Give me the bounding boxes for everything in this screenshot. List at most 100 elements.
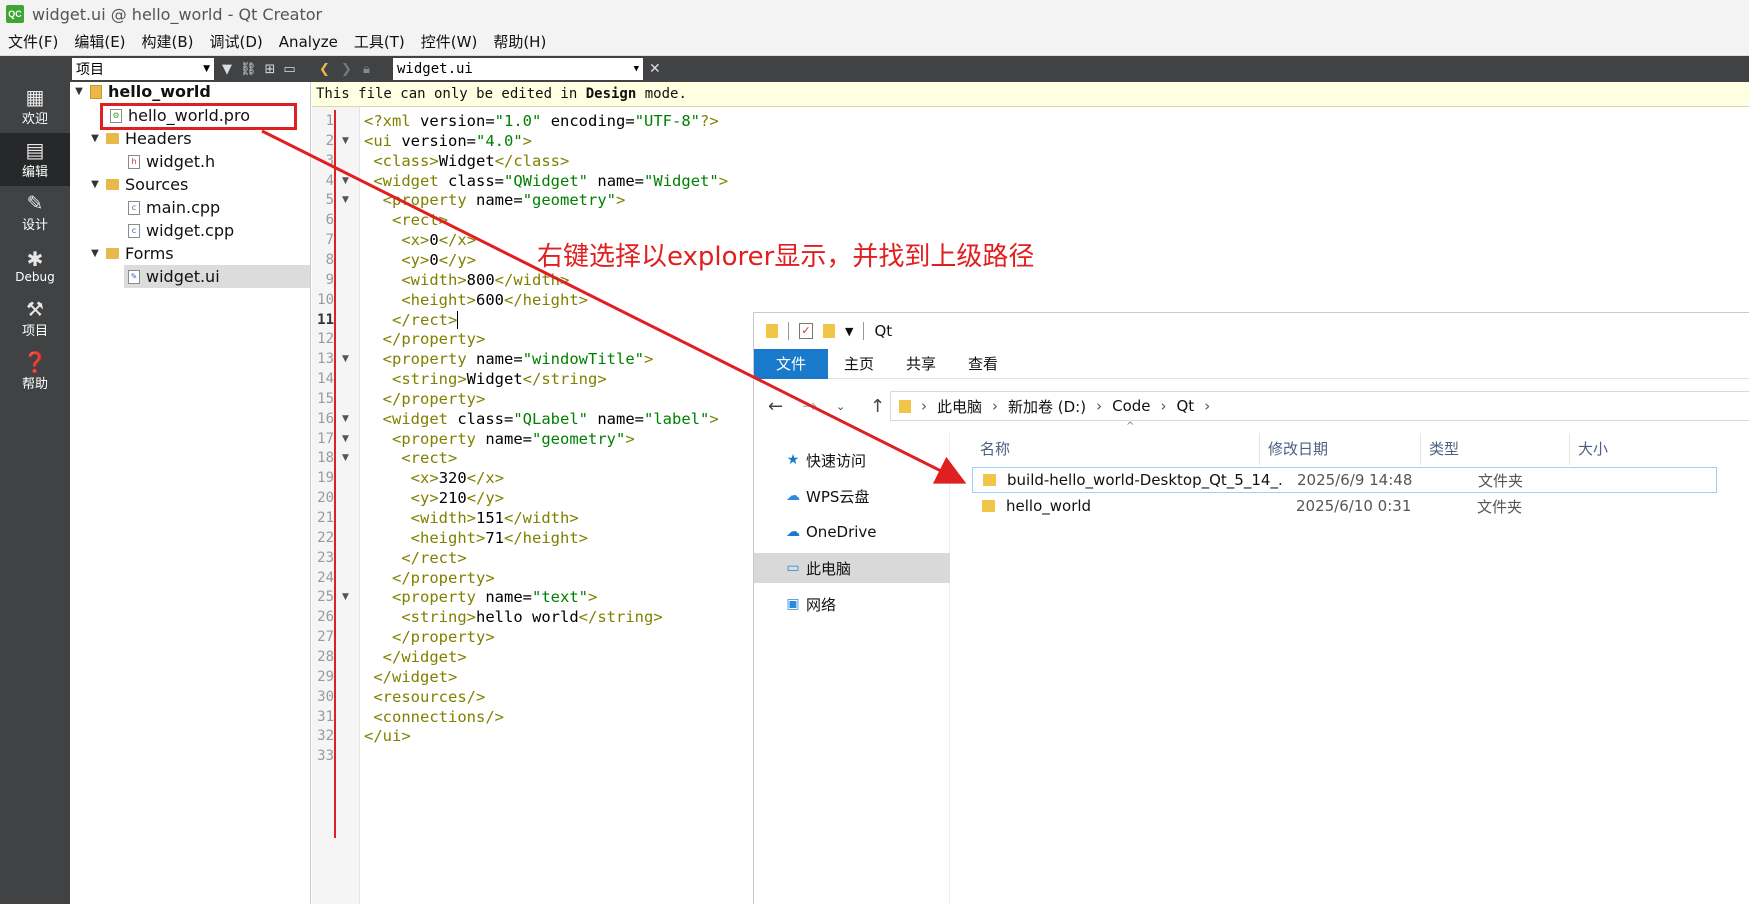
expand-arrow-icon[interactable]: ▼ (72, 86, 86, 97)
code-line[interactable]: <x>0</x> (364, 229, 476, 251)
menu-help[interactable]: 帮助(H) (485, 31, 554, 52)
nav-quick-access[interactable]: ★ 快速访问 (754, 445, 950, 475)
code-line[interactable]: </property> (364, 388, 486, 410)
new-folder-icon[interactable] (823, 324, 835, 338)
breadcrumb-code[interactable]: Code (1112, 397, 1150, 415)
code-line[interactable]: <property name="windowTitle"> (364, 348, 654, 370)
code-line[interactable]: </rect> (364, 309, 459, 331)
code-line[interactable]: <width>151</width> (364, 507, 579, 529)
breadcrumb-this-pc[interactable]: 此电脑 (937, 396, 982, 417)
code-line[interactable]: </property> (364, 567, 495, 589)
code-line[interactable]: <height>600</height> (364, 289, 588, 311)
code-line[interactable]: <class>Widget</class> (364, 150, 569, 172)
ribbon-tab-file[interactable]: 文件 (754, 348, 829, 379)
back-arrow-icon[interactable]: ❮ (319, 62, 333, 77)
project-view-selector[interactable]: 项目 ▼ (72, 58, 214, 80)
mode-debug[interactable]: ✱ Debug (0, 239, 70, 292)
expand-arrow-icon[interactable]: ▼ (88, 248, 102, 259)
menu-build[interactable]: 构建(B) (134, 31, 202, 52)
code-line[interactable]: <property name="text"> (364, 586, 597, 608)
code-line[interactable]: <rect> (364, 447, 457, 469)
properties-icon[interactable]: ✓ (799, 323, 813, 339)
breadcrumb-qt[interactable]: Qt (1177, 397, 1195, 415)
col-type[interactable]: 类型 (1420, 433, 1569, 465)
fold-arrow-icon[interactable]: ▼ (342, 189, 349, 211)
code-line[interactable]: <y>0</y> (364, 249, 476, 271)
tree-node-main-cpp[interactable]: c main.cpp (124, 196, 220, 219)
recent-chevron-icon[interactable]: ⌄ (836, 400, 856, 413)
chevron-down-icon[interactable]: ▼ (845, 325, 853, 338)
back-icon[interactable]: ← (768, 396, 788, 417)
file-row[interactable]: hello_world 2025/6/10 0:31 文件夹 (972, 493, 1717, 519)
code-line[interactable]: <string>Widget</string> (364, 368, 607, 390)
code-line[interactable]: <ui version="4.0"> (364, 130, 532, 152)
file-row[interactable]: build-hello_world-Desktop_Qt_5_14_... 20… (972, 467, 1717, 493)
menu-file[interactable]: 文件(F) (0, 31, 66, 52)
fold-arrow-icon[interactable]: ▼ (342, 348, 349, 370)
nav-network[interactable]: ▣ 网络 (754, 589, 950, 619)
fold-arrow-icon[interactable]: ▼ (342, 170, 349, 192)
mode-projects[interactable]: ⚒ 项目 (0, 292, 70, 345)
menu-controls[interactable]: 控件(W) (413, 31, 486, 52)
code-line[interactable]: </ui> (364, 725, 411, 747)
code-line[interactable]: </widget> (364, 646, 467, 668)
close-panel-icon[interactable]: ▭ (283, 62, 295, 77)
fold-arrow-icon[interactable]: ▼ (342, 428, 349, 450)
nav-wps-cloud[interactable]: ☁ WPS云盘 (754, 481, 950, 511)
code-line[interactable]: <rect> (364, 209, 448, 231)
code-line[interactable]: </rect> (364, 547, 466, 569)
code-line[interactable]: <widget class="QLabel" name="label"> (364, 408, 719, 430)
tree-node-widget-h[interactable]: h widget.h (124, 150, 215, 173)
fold-arrow-icon[interactable]: ▼ (342, 447, 349, 469)
mode-edit[interactable]: ▤ 编辑 (0, 133, 70, 186)
tree-node-root[interactable]: ▼ hello_world (72, 80, 211, 103)
code-line[interactable]: <?xml version="1.0" encoding="UTF-8"?> (364, 110, 719, 132)
mode-welcome[interactable]: ▦ 欢迎 (0, 80, 70, 133)
tree-node-widget-cpp[interactable]: c widget.cpp (124, 219, 234, 242)
expand-arrow-icon[interactable]: ▼ (88, 133, 102, 144)
mode-help[interactable]: ❓ 帮助 (0, 345, 70, 398)
tree-node-widget-ui[interactable]: ✎ widget.ui (124, 265, 310, 288)
link-icon[interactable]: ⛓ (240, 62, 257, 77)
code-line[interactable]: <x>320</x> (364, 467, 504, 489)
col-size[interactable]: 大小 (1569, 433, 1664, 465)
nav-onedrive[interactable]: ☁ OneDrive (754, 517, 950, 547)
tree-node-sources[interactable]: ▼ Sources (88, 173, 188, 196)
ribbon-tab-home[interactable]: 主页 (828, 349, 890, 379)
ribbon-tab-view[interactable]: 查看 (952, 349, 1014, 379)
tree-node-forms[interactable]: ▼ Forms (88, 242, 174, 265)
col-name[interactable]: 名称 (972, 433, 1259, 465)
code-line[interactable]: <property name="geometry"> (364, 189, 626, 211)
fold-arrow-icon[interactable]: ▼ (342, 408, 349, 430)
menu-debug[interactable]: 调试(D) (202, 31, 271, 52)
nav-this-pc[interactable]: ▭ 此电脑 (754, 553, 950, 583)
code-line[interactable]: <resources/> (364, 686, 485, 708)
code-line[interactable]: </widget> (364, 666, 457, 688)
filter-icon[interactable]: ▼ (222, 62, 232, 77)
breadcrumb-drive-d[interactable]: 新加卷 (D:) (1008, 396, 1086, 417)
code-line[interactable]: <connections/> (364, 706, 504, 728)
menu-edit[interactable]: 编辑(E) (66, 31, 133, 52)
split-icon[interactable]: ⊞ (265, 62, 276, 77)
address-bar[interactable]: › 此电脑 › 新加卷 (D:) › Code › Qt › (890, 391, 1749, 421)
code-line[interactable]: <property name="geometry"> (364, 428, 635, 450)
up-icon[interactable]: ↑ (870, 396, 890, 417)
expand-arrow-icon[interactable]: ▼ (88, 179, 102, 190)
code-line[interactable]: <height>71</height> (364, 527, 588, 549)
code-line[interactable]: <widget class="QWidget" name="Widget"> (364, 170, 728, 192)
forward-arrow-icon[interactable]: ❯ (341, 62, 355, 77)
fold-arrow-icon[interactable]: ▼ (342, 130, 349, 152)
close-icon[interactable]: ✕ (649, 61, 661, 77)
open-file-selector[interactable]: widget.ui ▼ (393, 58, 643, 80)
code-line[interactable]: </property> (364, 626, 495, 648)
fold-arrow-icon[interactable]: ▼ (342, 586, 349, 608)
menu-analyze[interactable]: Analyze (271, 33, 346, 51)
menu-tools[interactable]: 工具(T) (346, 31, 413, 52)
tree-node-headers[interactable]: ▼ Headers (88, 127, 191, 150)
code-line[interactable]: <string>hello world</string> (364, 606, 662, 628)
col-date[interactable]: 修改日期 (1259, 433, 1420, 465)
code-line[interactable]: </property> (364, 328, 486, 350)
code-line[interactable]: <y>210</y> (364, 487, 504, 509)
forward-icon[interactable]: → (802, 396, 822, 417)
ribbon-tab-share[interactable]: 共享 (890, 349, 952, 379)
